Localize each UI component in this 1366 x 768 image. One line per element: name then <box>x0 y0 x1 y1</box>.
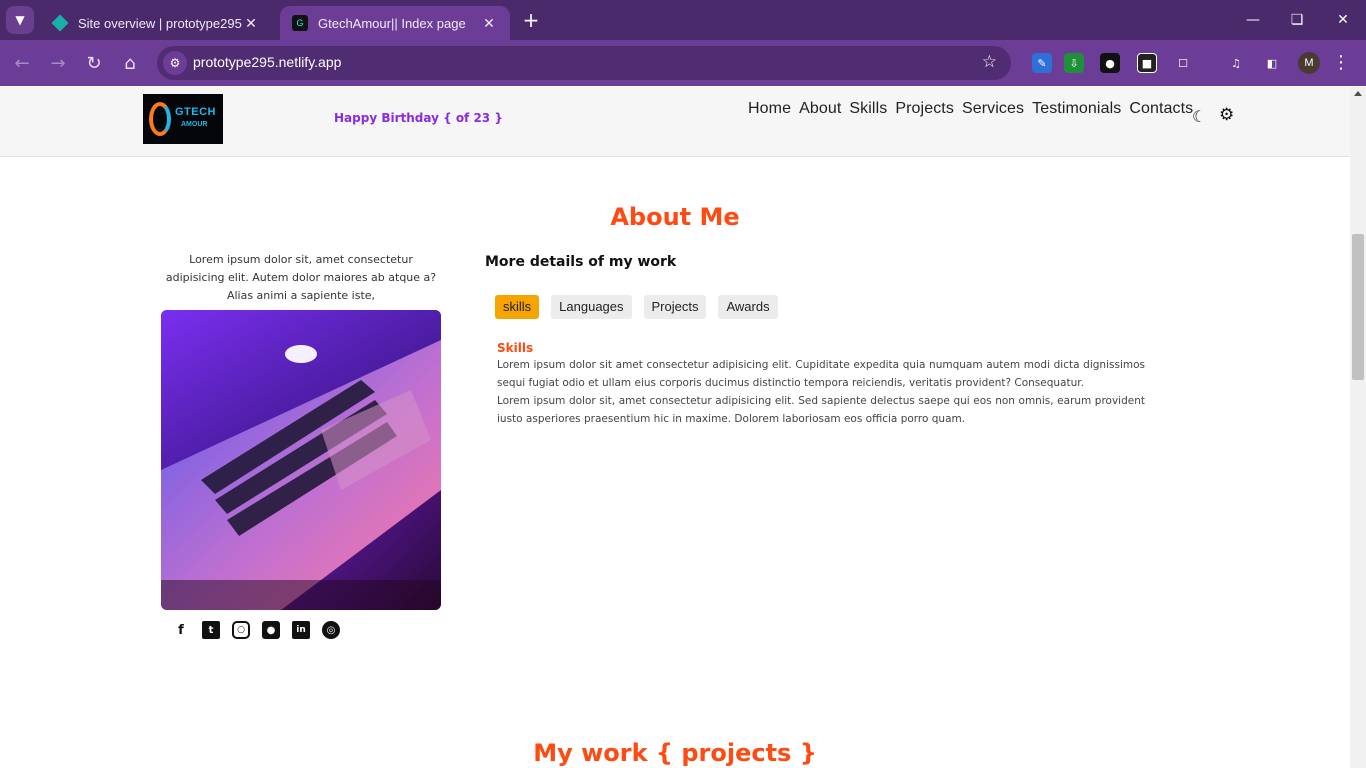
forward-arrow-icon[interactable]: → <box>44 49 72 77</box>
nav-link-skills[interactable]: Skills <box>849 100 887 118</box>
about-intro-text: Lorem ipsum dolor sit, amet consectetur … <box>165 253 437 302</box>
github-icon[interactable]: ● <box>262 621 280 639</box>
tab-projects[interactable]: Projects <box>643 295 707 319</box>
skills-panel-heading: Skills <box>497 341 534 355</box>
instagram-icon[interactable]: ○ <box>232 621 250 639</box>
extension-translate-icon[interactable]: ✎ <box>1032 53 1052 73</box>
bookmark-star-icon[interactable]: ☆ <box>982 52 997 72</box>
home-icon[interactable]: ⌂ <box>116 49 144 77</box>
address-bar[interactable]: ⚙ prototype295.netlify.app ☆ <box>157 46 1011 80</box>
new-tab-plus-icon[interactable]: + <box>519 8 543 32</box>
settings-gear-icon[interactable]: ⚙ <box>1219 105 1234 125</box>
extension-downloader-icon[interactable]: ● <box>1100 53 1120 73</box>
nav-link-services[interactable]: Services <box>962 100 1024 118</box>
page-viewport: GTECH AMOUR Happy Birthday { of 23 } Hom… <box>0 87 1350 768</box>
about-section-title: About Me <box>610 203 740 231</box>
gtech-favicon-icon: G <box>292 15 308 31</box>
social-links: f t ○ ● in ◎ <box>172 621 340 639</box>
site-header: GTECH AMOUR Happy Birthday { of 23 } Hom… <box>0 87 1350 157</box>
side-panel-icon[interactable]: ◧ <box>1262 53 1282 73</box>
site-info-icon[interactable]: ⚙ <box>163 51 187 75</box>
window-close-icon[interactable]: ✕ <box>1320 0 1366 40</box>
globe-icon[interactable]: ◎ <box>322 621 340 639</box>
linkedin-icon[interactable]: in <box>292 621 310 639</box>
skills-paragraph-1: Lorem ipsum dolor sit amet consectetur a… <box>497 359 1145 389</box>
url-text[interactable]: prototype295.netlify.app <box>193 54 341 70</box>
logo-text-line1: GTECH <box>175 106 216 118</box>
laptop-photo <box>161 310 441 610</box>
more-details-title: More details of my work <box>485 254 677 270</box>
twitter-icon[interactable]: t <box>202 621 220 639</box>
skills-panel-text: Lorem ipsum dolor sit amet consectetur a… <box>497 356 1145 428</box>
page-scrollbar[interactable] <box>1350 87 1366 768</box>
restore-icon[interactable]: ❏ <box>1274 0 1320 40</box>
tab-title: Site overview | prototype295 | N <box>78 15 242 31</box>
menu-kebab-icon[interactable]: ⋮ <box>1332 52 1350 74</box>
extensions-puzzle-icon[interactable]: ☐ <box>1173 53 1193 73</box>
nav-link-projects[interactable]: Projects <box>895 100 954 118</box>
birthday-text: Happy Birthday { of 23 } <box>334 111 503 125</box>
netlify-favicon-icon <box>51 14 69 32</box>
work-section-title: My work { projects } <box>533 739 817 767</box>
reload-icon[interactable]: ↻ <box>80 49 108 77</box>
close-icon[interactable]: ✕ <box>242 15 260 32</box>
profile-avatar[interactable]: M <box>1298 52 1320 74</box>
tab-awards[interactable]: Awards <box>718 295 778 319</box>
site-logo[interactable]: GTECH AMOUR <box>143 94 223 144</box>
browser-toolbar: ← → ↻ ⌂ ⚙ prototype295.netlify.app ☆ ✎ ⇩… <box>0 40 1366 86</box>
nav-link-testimonials[interactable]: Testimonials <box>1032 100 1121 118</box>
dark-mode-moon-icon[interactable]: ☾ <box>1192 107 1206 126</box>
tab-skills[interactable]: skills <box>495 295 540 319</box>
logo-mark-icon <box>149 102 171 136</box>
back-arrow-icon[interactable]: ← <box>8 49 36 77</box>
nav-link-contacts[interactable]: Contacts <box>1129 100 1193 118</box>
browser-tab-gtechamour[interactable]: G GtechAmour|| Index page ✕ <box>280 6 510 40</box>
skills-paragraph-2: Lorem ipsum dolor sit, amet consectetur … <box>497 395 1145 425</box>
main-nav: Home About Skills Projects Services Test… <box>748 100 1193 118</box>
browser-tab-site-overview[interactable]: Site overview | prototype295 | N ✕ <box>40 6 272 40</box>
details-tabs: skills Languages Projects Awards <box>495 295 778 319</box>
media-playlist-icon[interactable]: ♫ <box>1226 53 1246 73</box>
logo-text-line2: AMOUR <box>181 121 208 128</box>
nav-link-home[interactable]: Home <box>748 100 791 118</box>
extension-tab-icon[interactable]: ■ <box>1137 53 1157 73</box>
scrollbar-thumb[interactable] <box>1352 234 1364 380</box>
nav-link-about[interactable]: About <box>799 100 841 118</box>
tab-title: GtechAmour|| Index page <box>318 15 466 31</box>
minimize-icon[interactable]: — <box>1230 0 1276 40</box>
browser-tab-bar: ▼ Site overview | prototype295 | N ✕ G G… <box>0 0 1366 40</box>
scroll-up-arrow-icon[interactable] <box>1354 91 1362 96</box>
tab-search-button[interactable]: ▼ <box>6 6 34 34</box>
facebook-icon[interactable]: f <box>172 621 190 639</box>
close-icon[interactable]: ✕ <box>480 15 498 32</box>
extension-download-icon[interactable]: ⇩ <box>1064 53 1084 73</box>
tab-languages[interactable]: Languages <box>551 295 632 319</box>
